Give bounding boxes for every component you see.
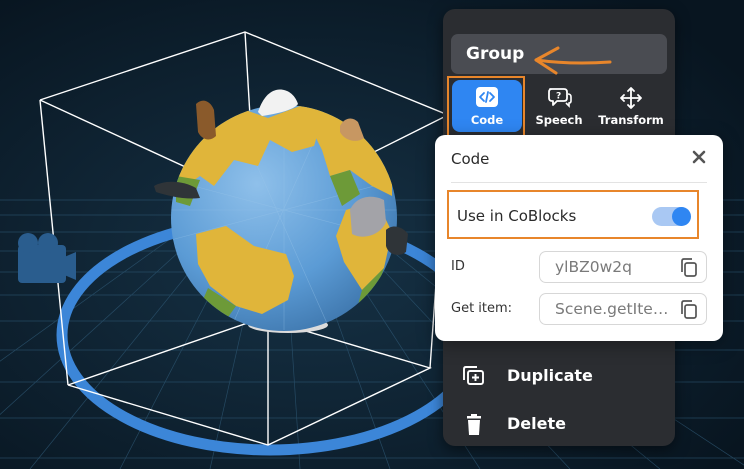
getitem-value: Scene.getItem("ylBZ0w2q") — [555, 300, 675, 318]
id-value: ylBZ0w2q — [555, 258, 632, 276]
code-tool-button[interactable]: Code — [452, 80, 522, 132]
annotation-arrow-icon — [534, 46, 612, 75]
coblocks-label: Use in CoBlocks — [457, 207, 577, 225]
code-tool-label: Code — [470, 113, 504, 127]
id-field[interactable]: ylBZ0w2q — [539, 251, 707, 283]
copy-icon[interactable] — [680, 300, 698, 320]
duplicate-label: Duplicate — [507, 366, 593, 385]
id-label: ID — [451, 259, 465, 274]
code-popup: Code Use in CoBlocks ID ylBZ0w2q Get ite… — [435, 135, 723, 341]
code-icon — [476, 87, 498, 107]
coblocks-toggle[interactable] — [652, 207, 691, 226]
trash-icon — [467, 414, 481, 435]
transform-icon — [620, 87, 642, 109]
delete-label: Delete — [507, 414, 566, 433]
toggle-knob — [672, 207, 691, 226]
speech-tool-label: Speech — [535, 113, 583, 127]
transform-tool-label: Transform — [598, 113, 664, 127]
code-popup-title: Code — [451, 150, 490, 168]
getitem-label: Get item: — [451, 301, 513, 316]
svg-text:?: ? — [556, 92, 561, 102]
copy-icon[interactable] — [680, 258, 698, 278]
speech-tool-button[interactable]: ? Speech — [524, 80, 594, 132]
close-icon[interactable] — [688, 146, 710, 168]
popup-divider — [451, 182, 707, 183]
transform-tool-button[interactable]: Transform — [596, 80, 666, 132]
duplicate-icon — [463, 366, 484, 385]
getitem-field[interactable]: Scene.getItem("ylBZ0w2q") — [539, 293, 707, 325]
speech-icon: ? — [548, 88, 572, 108]
